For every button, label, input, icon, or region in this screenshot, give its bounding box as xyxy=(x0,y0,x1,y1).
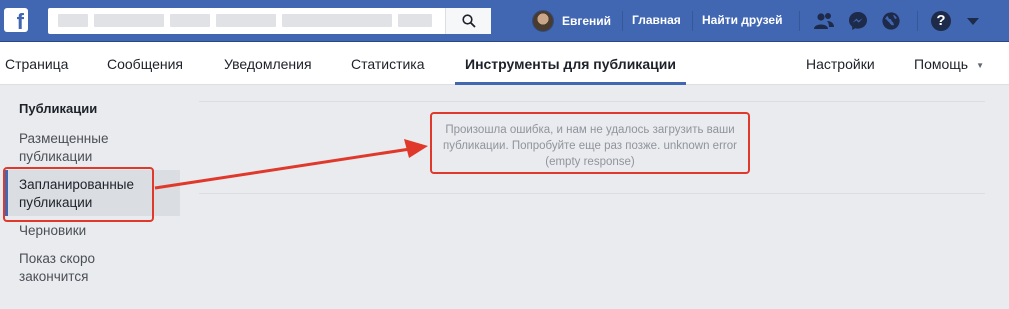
annotation-arrow xyxy=(154,139,428,190)
